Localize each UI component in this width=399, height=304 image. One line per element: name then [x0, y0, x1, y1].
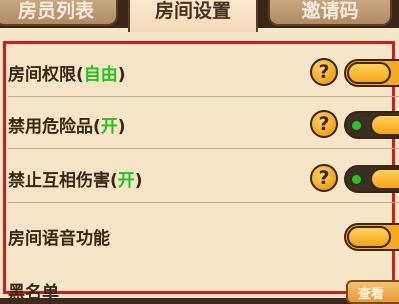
- setting-label-text: 房间语音功能: [8, 229, 110, 249]
- setting-status: 自由: [83, 65, 118, 85]
- tab-invite-code[interactable]: 邀请码: [268, 0, 392, 26]
- setting-label-close: ): [134, 171, 143, 191]
- tab-member-list[interactable]: 房员列表: [0, 0, 118, 26]
- setting-label-text: 房间权限(: [8, 65, 84, 85]
- setting-label: 禁止互相伤害(开): [8, 166, 143, 191]
- setting-row-room-voice: 房间语音功能: [8, 210, 399, 260]
- view-blacklist-button[interactable]: 查看: [346, 280, 399, 304]
- room-permission-toggle[interactable]: [344, 59, 399, 87]
- setting-status: 开: [117, 171, 135, 191]
- help-icon[interactable]: ?: [310, 110, 338, 138]
- settings-panel: 房间权限(自由) ? 禁用危险品(开) ? 禁止互相伤害(开) ? 房间语音功能: [0, 28, 399, 304]
- toggle-on-indicator: [352, 175, 361, 184]
- setting-label: 房间权限(自由): [8, 60, 126, 85]
- setting-label-text: 禁止互相伤害(: [8, 171, 118, 191]
- blacklist-label: 黑名单: [8, 283, 59, 303]
- setting-status: 开: [100, 117, 118, 137]
- toggle-knob: [370, 168, 399, 190]
- setting-label: 禁用危险品(开): [8, 112, 126, 137]
- room-voice-toggle[interactable]: [344, 223, 399, 251]
- toggle-knob: [347, 62, 391, 84]
- ban-dangerous-items-toggle[interactable]: [344, 111, 399, 139]
- toggle-on-indicator: [352, 121, 361, 130]
- toggle-knob: [347, 226, 391, 248]
- setting-label-close: ): [117, 117, 126, 137]
- setting-row-no-mutual-harm: 禁止互相伤害(开) ?: [8, 152, 399, 203]
- setting-row-room-permission: 房间权限(自由) ?: [8, 46, 399, 97]
- help-icon[interactable]: ?: [310, 58, 338, 86]
- tab-room-settings[interactable]: 房间设置: [128, 0, 258, 32]
- setting-label-close: ): [117, 65, 126, 85]
- toggle-knob: [370, 114, 399, 136]
- help-icon[interactable]: ?: [310, 164, 338, 192]
- no-mutual-harm-toggle[interactable]: [344, 165, 399, 193]
- tab-bar: 房员列表 邀请码 房间设置: [0, 0, 399, 32]
- setting-label: 房间语音功能: [8, 224, 110, 249]
- setting-label-text: 禁用危险品(: [8, 117, 101, 137]
- setting-row-ban-dangerous-items: 禁用危险品(开) ?: [8, 98, 399, 149]
